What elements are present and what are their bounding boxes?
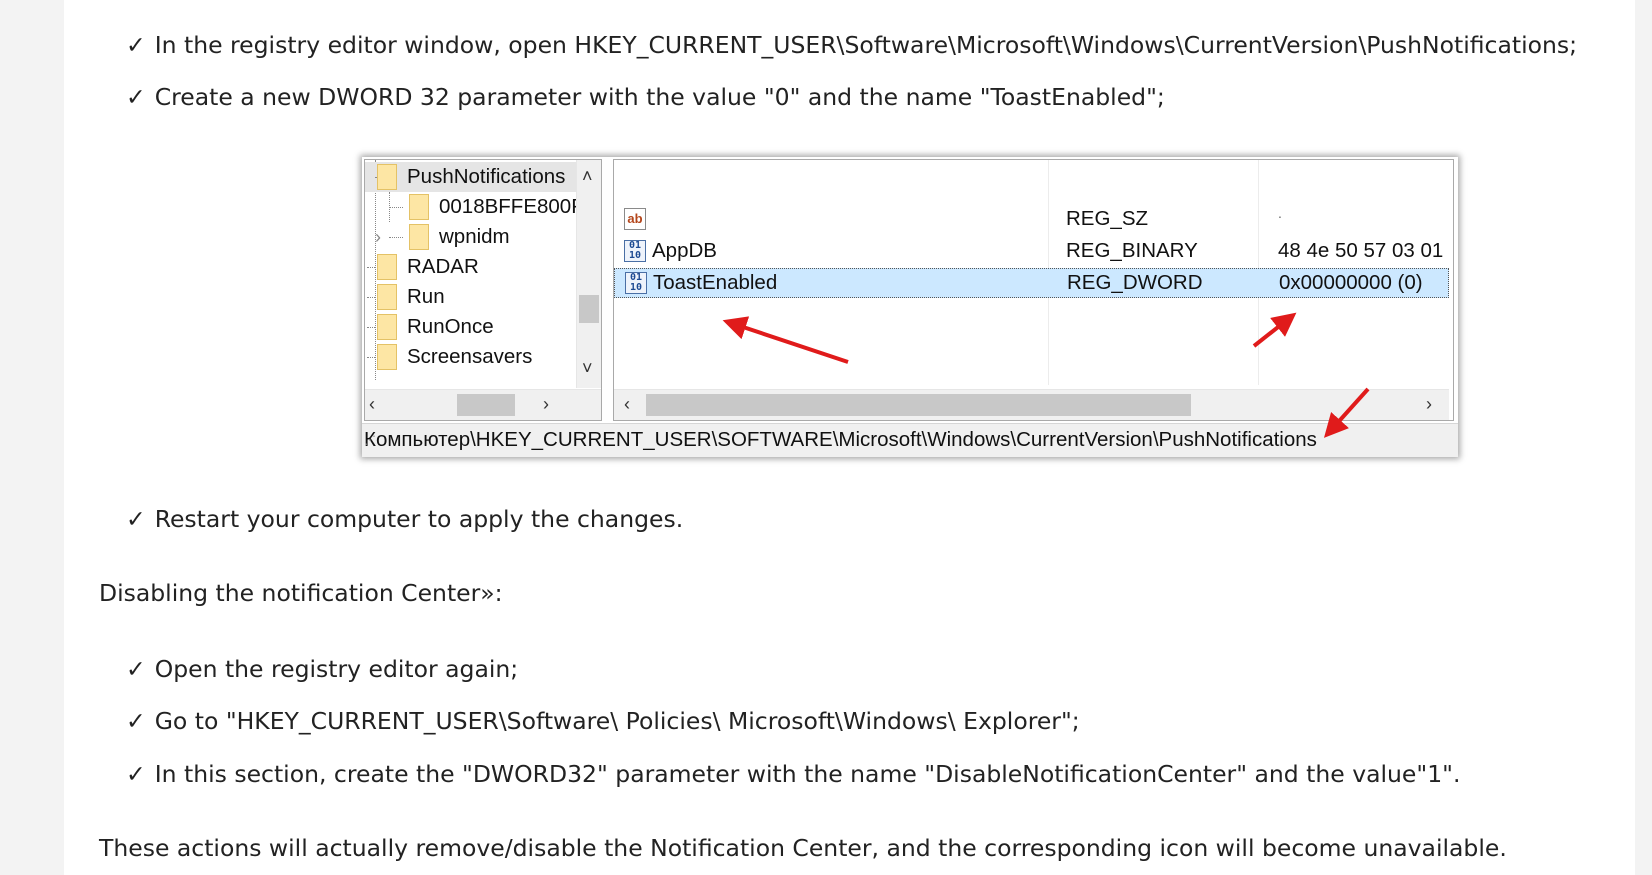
checkmark-icon: ✓ bbox=[126, 760, 146, 788]
arrow-to-toastenabled bbox=[722, 316, 849, 364]
annotation-arrows bbox=[722, 312, 1370, 438]
step-open-registry: ✓ In the registry editor window, open HKE… bbox=[126, 29, 1577, 61]
step-create-dword: ✓ Create a new DWORD 32 parameter with th… bbox=[126, 81, 1165, 113]
article-body: ✓ In the registry editor window, open HKE… bbox=[64, 0, 1635, 875]
step-text: In this section, create the "DWORD32" pa… bbox=[154, 760, 1461, 788]
step-restart: ✓ Restart your computer to apply the chan… bbox=[126, 503, 683, 535]
step-go-to-explorer: ✓ Go to "HKEY_CURRENT_USER\Software\ Poli… bbox=[126, 705, 1080, 737]
checkmark-icon: ✓ bbox=[126, 83, 146, 111]
step-text: Go to "HKEY_CURRENT_USER\Software\ Polic… bbox=[154, 707, 1080, 735]
step-text: Create a new DWORD 32 parameter with the… bbox=[154, 83, 1165, 111]
step-create-disable-nc: ✓ In this section, create the "DWORD32" p… bbox=[126, 758, 1460, 790]
conclusion-paragraph: These actions will actually remove/disab… bbox=[99, 834, 1507, 862]
registry-editor-screenshot: PushNotifications 0018BFFE800F: › wpnidm… bbox=[362, 157, 1458, 457]
step-text: Open the registry editor again; bbox=[154, 655, 519, 683]
step-open-again: ✓ Open the registry editor again; bbox=[126, 653, 518, 685]
checkmark-icon: ✓ bbox=[126, 505, 146, 533]
checkmark-icon: ✓ bbox=[126, 655, 146, 683]
checkmark-icon: ✓ bbox=[126, 707, 146, 735]
step-text: In the registry editor window, open HKEY… bbox=[154, 31, 1578, 59]
checkmark-icon: ✓ bbox=[126, 31, 146, 59]
arrow-to-registry-path bbox=[1323, 387, 1370, 438]
step-text: Restart your computer to apply the chang… bbox=[154, 505, 684, 533]
section-title: Disabling the notification Center»: bbox=[99, 579, 503, 607]
arrow-to-dword-value bbox=[1252, 312, 1297, 348]
